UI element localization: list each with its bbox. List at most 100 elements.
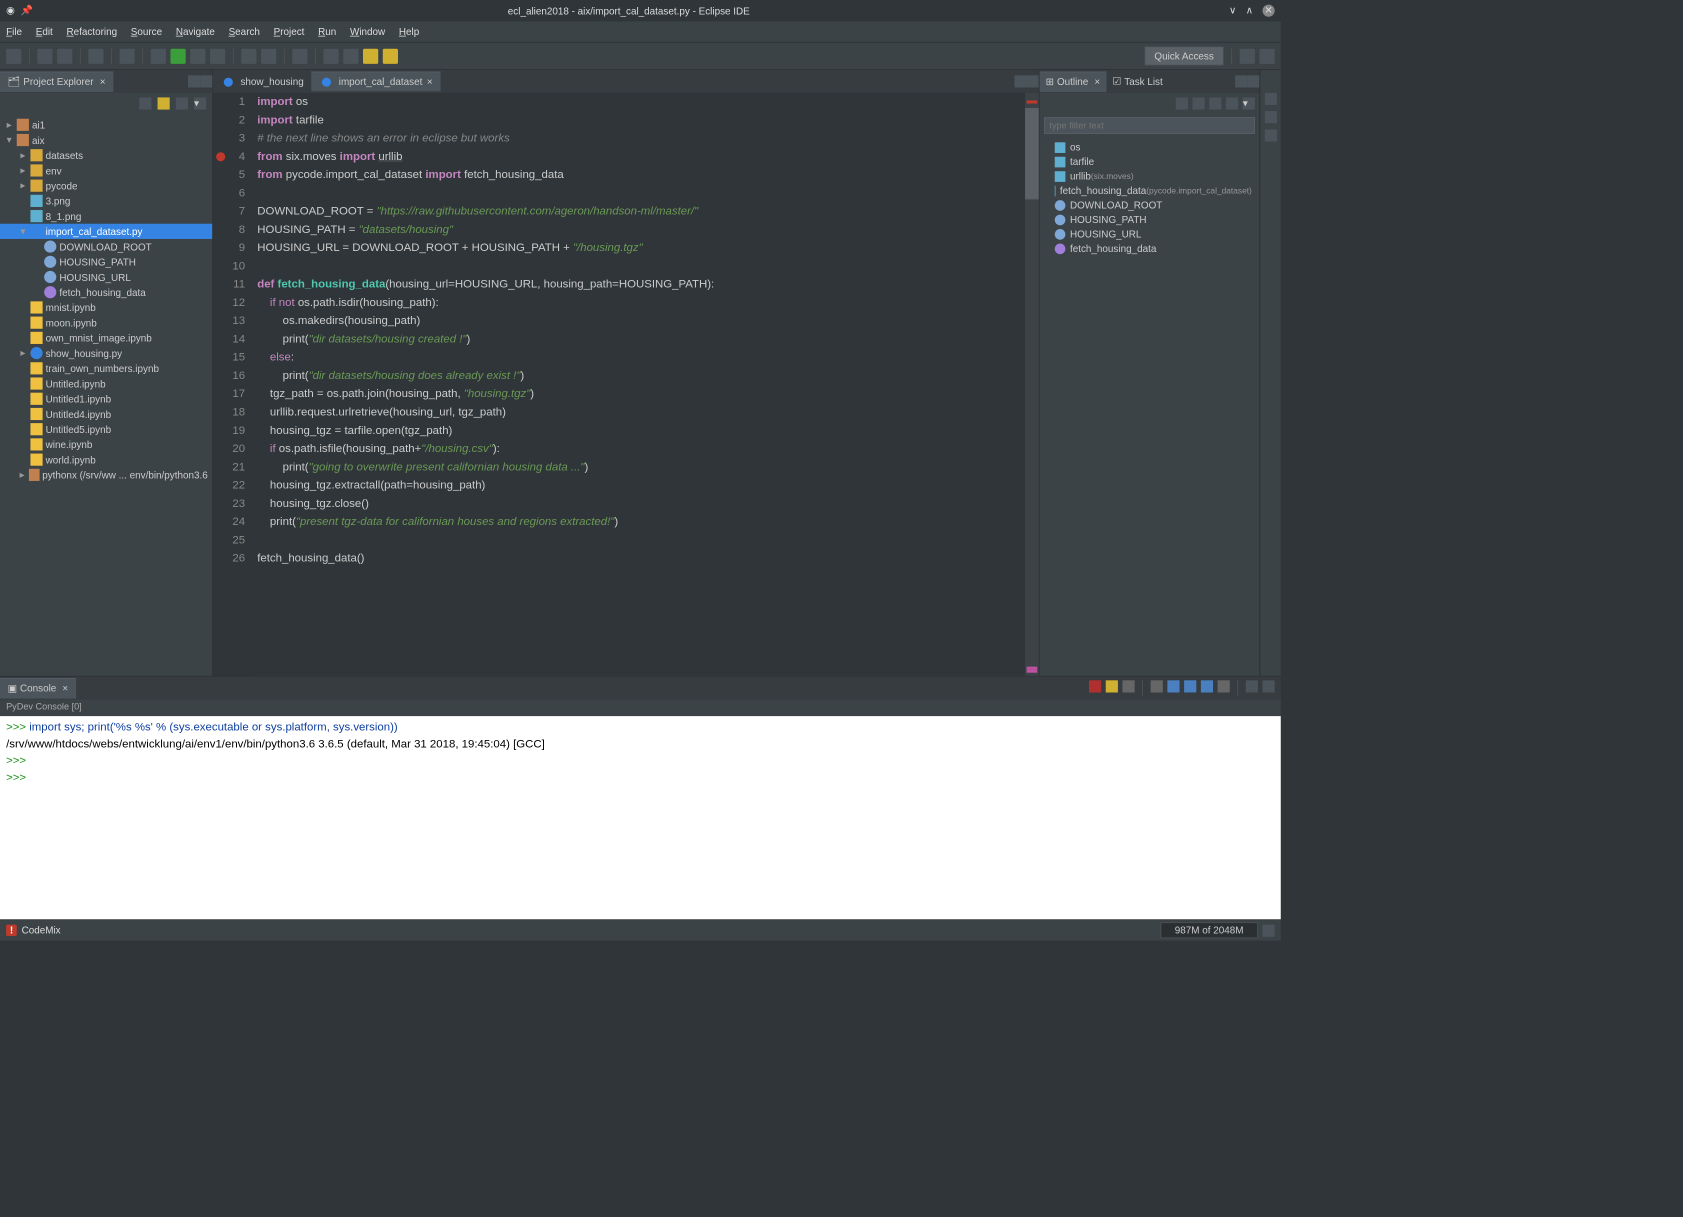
strip-icon[interactable] — [1264, 93, 1276, 105]
next-edit-button[interactable] — [343, 48, 358, 63]
code-content[interactable]: import osimport tarfile# the next line s… — [251, 93, 1025, 676]
view-menu-icon[interactable]: ▾ — [194, 97, 206, 109]
tree-row[interactable]: ▸pythonx (/srv/ww ... env/bin/python3.6 — [0, 467, 212, 482]
terminate-button[interactable] — [1089, 680, 1101, 692]
pin-icon[interactable]: 📌 — [21, 5, 33, 17]
tree-row[interactable]: Untitled4.ipynb — [0, 406, 212, 421]
sort-icon[interactable] — [1176, 97, 1188, 109]
tree-row[interactable]: Untitled5.ipynb — [0, 422, 212, 437]
tree-row[interactable]: own_mnist_image.ipynb — [0, 330, 212, 345]
outline-item[interactable]: fetch_housing_data — [1040, 241, 1260, 255]
prev-edit-button[interactable] — [323, 48, 338, 63]
forward-button[interactable] — [383, 48, 398, 63]
close-icon[interactable]: × — [62, 683, 68, 694]
hide-nonpublic-icon[interactable] — [1226, 97, 1238, 109]
tree-row[interactable]: 8_1.png — [0, 209, 212, 224]
tree-row[interactable]: ▸ai1 — [0, 117, 212, 132]
new-class-button[interactable] — [261, 48, 276, 63]
maximize-icon[interactable] — [1262, 680, 1274, 692]
link-editor-icon[interactable] — [158, 97, 170, 109]
tree-row[interactable]: ▸show_housing.py — [0, 345, 212, 360]
console-tab[interactable]: ▣ Console × — [0, 678, 76, 699]
tree-row[interactable]: HOUSING_URL — [0, 269, 212, 284]
menu-navigate[interactable]: Navigate — [176, 26, 215, 37]
minimize-icon[interactable] — [1235, 75, 1247, 87]
tree-row[interactable]: ▾aix — [0, 132, 212, 147]
outline-item[interactable]: HOUSING_PATH — [1040, 212, 1260, 226]
tree-row[interactable]: 3.png — [0, 193, 212, 208]
hide-static-icon[interactable] — [1209, 97, 1221, 109]
menu-file[interactable]: File — [6, 26, 22, 37]
tree-row[interactable]: ▸pycode — [0, 178, 212, 193]
minimize-icon[interactable] — [1014, 75, 1026, 87]
outline-tab[interactable]: ⊞ Outline × — [1040, 71, 1107, 92]
gc-button[interactable] — [1262, 924, 1274, 936]
new-button[interactable] — [6, 48, 21, 63]
tree-row[interactable]: moon.ipynb — [0, 315, 212, 330]
outline-item[interactable]: tarfile — [1040, 154, 1260, 168]
minimize-icon[interactable] — [1246, 680, 1258, 692]
display-selected-button[interactable] — [1201, 680, 1213, 692]
back-button[interactable] — [363, 48, 378, 63]
save-button[interactable] — [37, 48, 52, 63]
code-editor[interactable]: 1234567891011121314151617181920212223242… — [213, 93, 1039, 676]
editor-tab[interactable]: show_housing — [213, 72, 311, 92]
clear-console-button[interactable] — [1151, 680, 1163, 692]
close-icon[interactable]: × — [100, 76, 106, 87]
perspective-pydev-button[interactable] — [1240, 48, 1255, 63]
collapse-all-icon[interactable] — [139, 97, 151, 109]
menu-edit[interactable]: Edit — [36, 26, 53, 37]
maximize-icon[interactable] — [200, 75, 212, 87]
menu-window[interactable]: Window — [350, 26, 385, 37]
maximize-icon[interactable] — [1247, 75, 1259, 87]
minimize-icon[interactable] — [188, 75, 200, 87]
tree-row[interactable]: ▸datasets — [0, 148, 212, 163]
outline-item[interactable]: fetch_housing_data (pycode.import_cal_da… — [1040, 183, 1260, 197]
run-button[interactable] — [170, 48, 185, 63]
editor-scrollbar[interactable] — [1025, 93, 1039, 676]
tree-row[interactable]: ▾import_cal_dataset.py — [0, 224, 212, 239]
remove-all-button[interactable] — [1122, 680, 1134, 692]
menu-refactoring[interactable]: Refactoring — [66, 26, 117, 37]
outline-filter-input[interactable] — [1044, 117, 1255, 134]
menu-search[interactable]: Search — [229, 26, 260, 37]
editor-tab[interactable]: import_cal_dataset× — [311, 72, 440, 92]
perspective-java-button[interactable] — [1259, 48, 1274, 63]
tree-row[interactable]: train_own_numbers.ipynb — [0, 361, 212, 376]
tree-row[interactable]: fetch_housing_data — [0, 285, 212, 300]
tree-row[interactable]: ▸env — [0, 163, 212, 178]
outline-tree[interactable]: ostarfileurllib (six.moves)fetch_housing… — [1040, 137, 1260, 259]
menu-source[interactable]: Source — [131, 26, 162, 37]
focus-icon[interactable] — [176, 97, 188, 109]
open-console-button[interactable] — [1218, 680, 1230, 692]
project-tree[interactable]: ▸ai1▾aix▸datasets▸env▸pycode3.png8_1.png… — [0, 114, 212, 676]
quick-access-button[interactable]: Quick Access — [1145, 46, 1224, 65]
project-explorer-tab[interactable]: 🗂 Project Explorer × — [0, 71, 113, 92]
menu-project[interactable]: Project — [274, 26, 305, 37]
toggle-button[interactable] — [119, 48, 134, 63]
codemix-status[interactable]: CodeMix — [6, 925, 61, 936]
new-package-button[interactable] — [241, 48, 256, 63]
tree-row[interactable]: world.ipynb — [0, 452, 212, 467]
tree-row[interactable]: mnist.ipynb — [0, 300, 212, 315]
tree-row[interactable]: HOUSING_PATH — [0, 254, 212, 269]
console-output[interactable]: >>> import sys; print('%s %s' % (sys.exe… — [0, 716, 1281, 919]
outline-item[interactable]: urllib (six.moves) — [1040, 169, 1260, 183]
outline-item[interactable]: HOUSING_URL — [1040, 227, 1260, 241]
menu-run[interactable]: Run — [318, 26, 336, 37]
tree-row[interactable]: Untitled1.ipynb — [0, 391, 212, 406]
build-button[interactable] — [88, 48, 103, 63]
external-tools-button[interactable] — [210, 48, 225, 63]
task-list-tab[interactable]: ☑ Task List — [1106, 72, 1169, 92]
scroll-thumb[interactable] — [1025, 108, 1039, 199]
error-marker[interactable] — [1027, 100, 1038, 103]
strip-icon[interactable] — [1264, 111, 1276, 123]
hide-fields-icon[interactable] — [1192, 97, 1204, 109]
coverage-button[interactable] — [190, 48, 205, 63]
search-button[interactable] — [292, 48, 307, 63]
remove-launch-button[interactable] — [1106, 680, 1118, 692]
view-menu-icon[interactable]: ▾ — [1243, 97, 1255, 109]
close-icon[interactable]: ✕ — [1262, 5, 1274, 17]
strip-icon[interactable] — [1264, 129, 1276, 141]
debug-button[interactable] — [151, 48, 166, 63]
